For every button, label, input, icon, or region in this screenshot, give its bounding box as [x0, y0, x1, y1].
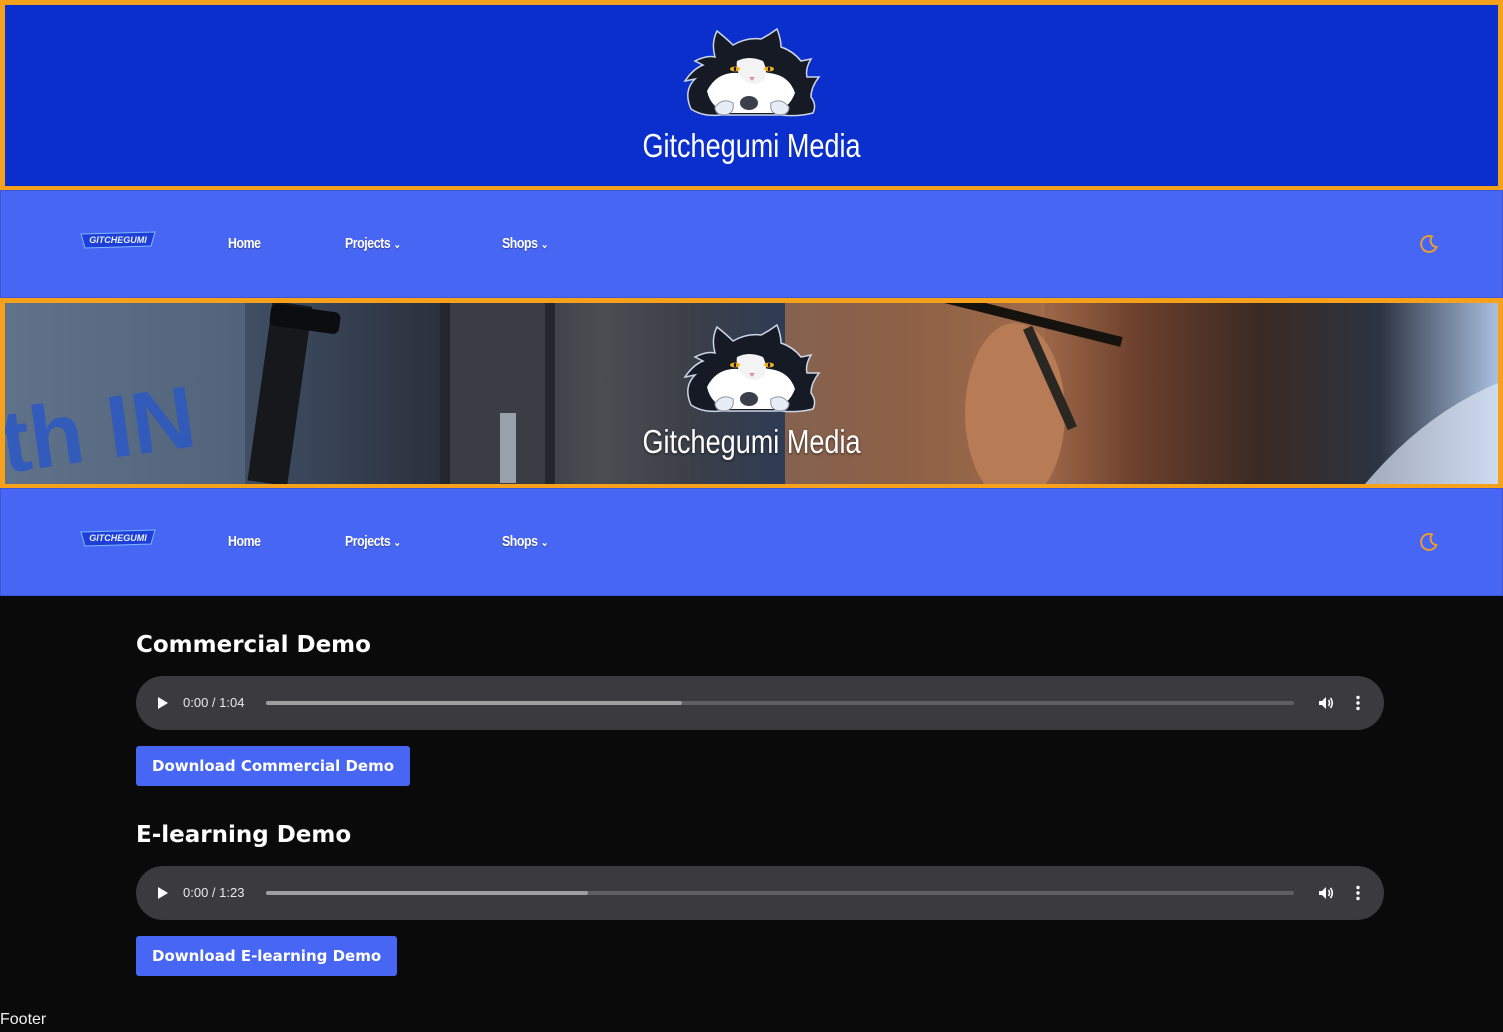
- nav-shops-label: Shops: [502, 533, 538, 550]
- play-icon[interactable]: [156, 884, 170, 902]
- site-footer: Footer: [0, 1011, 47, 1028]
- main-navbar: GITCHEGUMI Home Projects ⌄ Shops ⌄: [0, 190, 1503, 298]
- chevron-down-icon: ⌄: [393, 537, 402, 549]
- more-options-icon[interactable]: [1354, 884, 1362, 902]
- nav-projects-label: Projects: [345, 235, 391, 252]
- chevron-down-icon: ⌄: [393, 239, 402, 251]
- elearning-audio-player[interactable]: 0:00 / 1:23: [136, 866, 1384, 920]
- download-commercial-demo-button[interactable]: Download Commercial Demo: [136, 746, 411, 786]
- audio-time: 0:00 / 1:04: [183, 695, 245, 710]
- commercial-audio-player[interactable]: 0:00 / 1:04: [136, 676, 1384, 730]
- nav-projects[interactable]: Projects ⌄: [345, 191, 401, 299]
- elearning-demo-title: E-learning Demo: [136, 822, 352, 848]
- hero-title: Gitchegumi Media: [642, 423, 861, 460]
- audio-seek-bar[interactable]: [266, 701, 1294, 705]
- chevron-down-icon: ⌄: [540, 239, 549, 251]
- hero-banner: th IN Gitchegumi Media: [0, 298, 1503, 489]
- more-options-icon[interactable]: [1354, 694, 1362, 712]
- nav-shops[interactable]: Shops ⌄: [502, 191, 548, 299]
- nav-projects-label: Projects: [345, 533, 391, 550]
- nav-shops[interactable]: Shops ⌄: [502, 489, 548, 597]
- audio-time: 0:00 / 1:23: [183, 885, 245, 900]
- commercial-demo-title: Commercial Demo: [136, 632, 371, 658]
- sticky-navbar: GITCHEGUMI Home Projects ⌄ Shops ⌄: [0, 488, 1503, 596]
- audio-buffered-bar: [266, 701, 683, 705]
- volume-icon[interactable]: [1317, 884, 1335, 902]
- volume-icon[interactable]: [1317, 694, 1335, 712]
- moon-icon[interactable]: [1419, 532, 1439, 552]
- nav-home-label: Home: [228, 235, 261, 252]
- cat-mascot-logo: [677, 317, 827, 417]
- audio-seek-bar[interactable]: [266, 891, 1294, 895]
- nav-logo-text: GITCHEGUMI: [89, 235, 147, 245]
- chevron-down-icon: ⌄: [540, 537, 549, 549]
- nav-logo[interactable]: GITCHEGUMI: [79, 230, 159, 254]
- play-icon[interactable]: [156, 694, 170, 712]
- moon-icon[interactable]: [1419, 234, 1439, 254]
- site-title: Gitchegumi Media: [642, 127, 861, 164]
- nav-logo[interactable]: GITCHEGUMI: [79, 528, 159, 552]
- download-elearning-demo-button[interactable]: Download E-learning Demo: [136, 936, 398, 976]
- nav-shops-label: Shops: [502, 235, 538, 252]
- audio-buffered-bar: [266, 891, 588, 895]
- nav-projects[interactable]: Projects ⌄: [345, 489, 401, 597]
- nav-home[interactable]: Home: [228, 489, 261, 597]
- cat-mascot-logo: [677, 21, 827, 121]
- site-header: Gitchegumi Media: [0, 0, 1503, 190]
- nav-home[interactable]: Home: [228, 191, 261, 299]
- nav-home-label: Home: [228, 533, 261, 550]
- nav-logo-text: GITCHEGUMI: [89, 533, 147, 543]
